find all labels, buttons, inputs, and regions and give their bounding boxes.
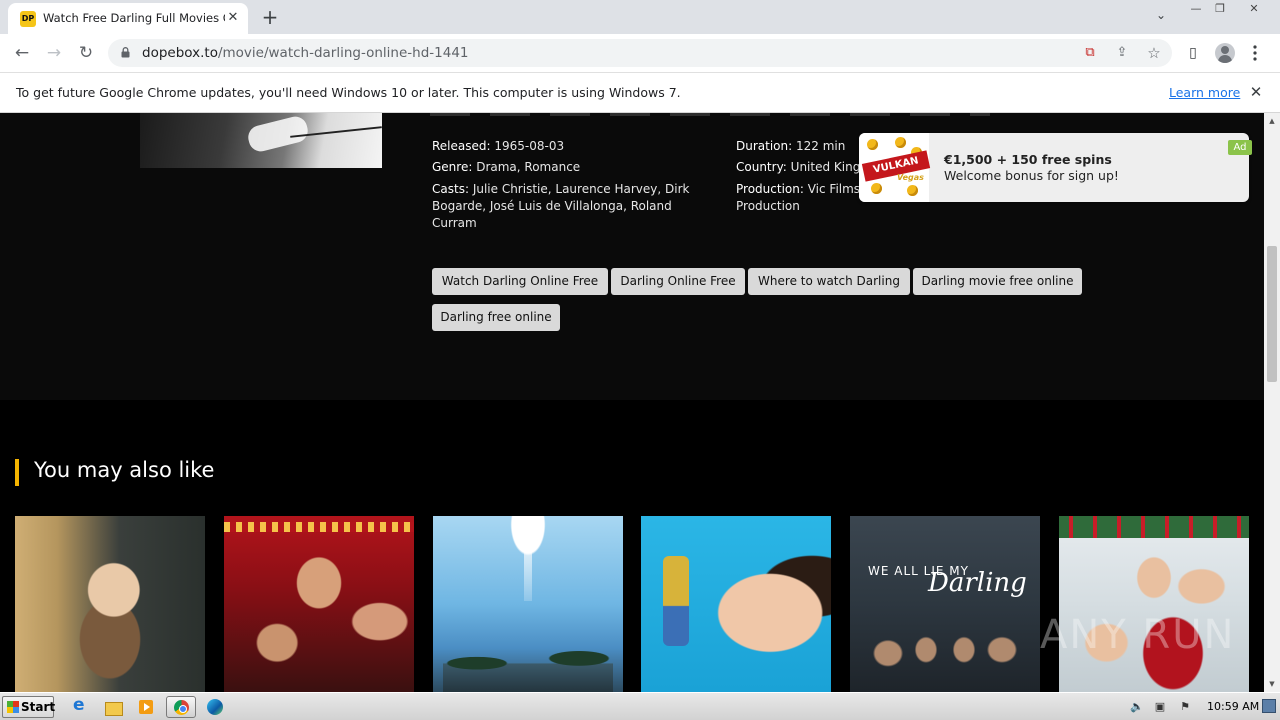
movie-card[interactable] bbox=[15, 516, 205, 692]
site-favicon-icon: DP bbox=[20, 11, 36, 27]
coin-icon bbox=[871, 183, 882, 194]
released-row: Released: 1965-08-03 bbox=[432, 138, 712, 155]
section-heading: You may also like bbox=[34, 458, 215, 482]
back-button[interactable]: ← bbox=[9, 40, 35, 66]
taskbar-clock[interactable]: 10:59 AM bbox=[1207, 700, 1259, 713]
tag-button[interactable]: Darling movie free online bbox=[913, 268, 1082, 295]
tag-button[interactable]: Darling free online bbox=[432, 304, 560, 331]
volume-icon[interactable]: 🔈 bbox=[1129, 699, 1145, 715]
windows-logo-icon bbox=[7, 701, 19, 713]
casino-ad-banner[interactable]: VULKAN Vegas €1,500 + 150 free spins Wel… bbox=[859, 133, 1249, 202]
tab-title: Watch Free Darling Full Movies Online bbox=[43, 11, 225, 25]
ad-logo-sub: Vegas bbox=[897, 173, 924, 182]
reload-button[interactable]: ↻ bbox=[73, 40, 99, 66]
movie-card[interactable] bbox=[641, 516, 831, 692]
url-host: dopebox.to bbox=[142, 45, 218, 61]
start-label: Start bbox=[21, 700, 56, 714]
ad-badge: Ad bbox=[1228, 140, 1252, 155]
side-panel-icon[interactable]: ▯ bbox=[1183, 43, 1203, 63]
lock-icon[interactable] bbox=[121, 47, 130, 58]
browser-tab[interactable]: DP Watch Free Darling Full Movies Online… bbox=[8, 3, 248, 34]
media-player-icon[interactable] bbox=[134, 696, 158, 718]
share-icon[interactable]: ⇪ bbox=[1113, 44, 1131, 62]
page-scrollbar[interactable]: ▲ ▼ bbox=[1264, 113, 1280, 692]
address-bar[interactable]: dopebox.to/movie/watch-darling-online-hd… bbox=[108, 39, 1172, 67]
country-label: Country: bbox=[736, 160, 787, 174]
network-icon[interactable]: ▣ bbox=[1152, 699, 1168, 715]
chrome-menu-icon[interactable] bbox=[1245, 43, 1265, 63]
forward-button[interactable]: → bbox=[41, 40, 67, 66]
tag-button[interactable]: Watch Darling Online Free bbox=[432, 268, 608, 295]
internet-explorer-icon[interactable] bbox=[68, 695, 92, 718]
file-explorer-icon[interactable] bbox=[101, 696, 125, 718]
movie-card[interactable]: WE ALL LIE MY Darling bbox=[850, 516, 1040, 692]
start-button[interactable]: Start bbox=[2, 696, 56, 718]
tab-strip: DP Watch Free Darling Full Movies Online… bbox=[0, 0, 1280, 34]
tab-close-icon[interactable]: ✕ bbox=[225, 10, 241, 26]
ad-logo: VULKAN Vegas bbox=[859, 133, 931, 202]
windows-taskbar: Start 🔈 ▣ ⚑ 10:59 AM bbox=[0, 692, 1280, 720]
duration-value: 122 min bbox=[796, 139, 846, 153]
scroll-down-arrow-icon[interactable]: ▼ bbox=[1264, 676, 1280, 692]
bookmark-star-icon[interactable]: ☆ bbox=[1145, 44, 1163, 62]
window-close-button[interactable]: ✕ bbox=[1242, 2, 1266, 18]
infobar-message: To get future Google Chrome updates, you… bbox=[16, 85, 681, 100]
show-desktop-button[interactable] bbox=[1262, 699, 1276, 713]
production-label: Production: bbox=[736, 182, 804, 196]
minimize-button[interactable]: — bbox=[1184, 2, 1208, 18]
casts-row: Casts: Julie Christie, Laurence Harvey, … bbox=[432, 181, 700, 232]
movie-card[interactable] bbox=[1059, 516, 1249, 692]
coin-icon bbox=[895, 137, 906, 148]
section-accent-bar bbox=[15, 459, 19, 486]
cast-blocked-icon[interactable]: ⧉ bbox=[1081, 44, 1099, 62]
ad-subtitle: Welcome bonus for sign up! bbox=[944, 168, 1119, 183]
profile-avatar-icon[interactable] bbox=[1215, 43, 1235, 63]
released-value: 1965-08-03 bbox=[494, 139, 565, 153]
anyrun-watermark: ANY RUN bbox=[1040, 612, 1236, 658]
action-center-flag-icon[interactable]: ⚑ bbox=[1177, 699, 1193, 715]
chrome-update-infobar: To get future Google Chrome updates, you… bbox=[0, 72, 1280, 113]
duration-label: Duration: bbox=[736, 139, 793, 153]
new-tab-button[interactable]: + bbox=[259, 6, 281, 28]
ad-title: €1,500 + 150 free spins bbox=[944, 152, 1112, 167]
genre-label: Genre: bbox=[432, 160, 473, 174]
movie-poster bbox=[140, 113, 382, 168]
restore-button[interactable]: ❐ bbox=[1208, 2, 1232, 18]
url-text[interactable]: dopebox.to/movie/watch-darling-online-hd… bbox=[142, 45, 469, 61]
tag-button[interactable]: Darling Online Free bbox=[611, 268, 745, 295]
coin-icon bbox=[867, 139, 878, 150]
poster-title-script: Darling bbox=[928, 568, 1027, 598]
url-path: /movie/watch-darling-online-hd-1441 bbox=[217, 45, 469, 61]
casts-label: Casts: bbox=[432, 182, 469, 196]
coin-icon bbox=[907, 185, 918, 196]
movie-card[interactable] bbox=[224, 516, 414, 692]
scroll-up-arrow-icon[interactable]: ▲ bbox=[1264, 113, 1280, 129]
scroll-thumb[interactable] bbox=[1267, 246, 1277, 382]
edge-icon[interactable] bbox=[203, 696, 227, 718]
casts-value[interactable]: Julie Christie, Laurence Harvey, Dirk Bo… bbox=[432, 182, 689, 230]
infobar-close-icon[interactable]: ✕ bbox=[1247, 83, 1265, 101]
tag-button[interactable]: Where to watch Darling bbox=[748, 268, 910, 295]
tab-search-chevron-icon[interactable]: ⌄ bbox=[1151, 8, 1171, 26]
movie-card[interactable] bbox=[433, 516, 623, 692]
learn-more-link[interactable]: Learn more bbox=[1169, 85, 1240, 100]
released-label: Released: bbox=[432, 139, 491, 153]
page-content: Released: 1965-08-03 Genre: Drama, Roman… bbox=[0, 113, 1264, 692]
genre-row: Genre: Drama, Romance bbox=[432, 159, 712, 176]
chrome-taskbar-icon[interactable] bbox=[166, 696, 196, 718]
genre-value[interactable]: Drama, Romance bbox=[476, 160, 580, 174]
cut-off-description bbox=[430, 113, 990, 116]
browser-toolbar: ← → ↻ dopebox.to/movie/watch-darling-onl… bbox=[0, 34, 1280, 72]
